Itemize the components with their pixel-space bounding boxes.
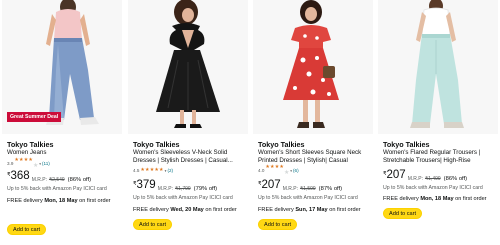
brand-name: Tokyo Talkies (7, 140, 54, 149)
price: 368 (10, 170, 30, 182)
mrp-price: ₹1,599 (299, 186, 316, 192)
price: 207 (261, 179, 281, 191)
delivery-info: FREE delivery Sun, 17 May on first order (258, 207, 361, 213)
discount-percent: (86% off) (67, 176, 92, 183)
discount-percent: (79% off) (193, 185, 218, 192)
product-grid: Great Summer Deal Tokyo Talkies Women Je… (0, 0, 500, 245)
delivery-date: Wed, 20 May (170, 207, 204, 213)
delivery-suffix: on first order (329, 207, 361, 213)
add-to-cart-button[interactable]: Add to cart (133, 219, 173, 230)
cashback-offer: Up to 5% back with Amazon Pay ICICI card (383, 185, 483, 191)
add-to-cart-button[interactable]: Add to cart (7, 224, 47, 235)
mrp-price: ₹1,499 (424, 176, 441, 182)
review-count[interactable]: (2) (167, 168, 173, 173)
product-title[interactable]: Women Jeans (7, 149, 122, 157)
product-image[interactable] (253, 0, 373, 134)
delivery-prefix: FREE delivery (383, 196, 419, 202)
add-to-cart-button[interactable]: Add to cart (383, 208, 423, 219)
product-card[interactable]: Tokyo Talkies Women's Short Sleeves Squa… (253, 0, 373, 245)
price-row: ₹ 207 M.R.P: ₹1,599 (87% off) (258, 179, 343, 192)
discount-percent: (87% off) (318, 185, 343, 192)
cashback-offer: Up to 5% back with Amazon Pay ICICI card (7, 186, 107, 192)
add-to-cart-button[interactable]: Add to cart (258, 219, 298, 230)
chevron-down-icon[interactable]: ▾ (39, 162, 41, 166)
product-title-line-2[interactable]: Stretchable Trousers| High-Rise (383, 157, 498, 165)
product-card[interactable]: Tokyo Talkies Women's Sleeveless V-Neck … (128, 0, 248, 245)
price-row: ₹ 379 M.R.P: ₹1,799 (79% off) (133, 179, 218, 192)
rating-row[interactable]: 3.9 ★ ★ ★ ★ ★ ▾ (11) (7, 157, 50, 170)
mrp-price: ₹2,549 (48, 177, 65, 183)
deal-badge: Great Summer Deal (7, 112, 62, 122)
delivery-prefix: FREE delivery (133, 207, 169, 213)
product-card[interactable]: Tokyo Talkies Women's Flared Regular Tro… (378, 0, 498, 245)
star-icon: ★ (159, 167, 164, 173)
red-floral-dress-model-image (253, 0, 373, 134)
brand-name: Tokyo Talkies (383, 140, 430, 149)
brand-name: Tokyo Talkies (258, 140, 305, 149)
product-image[interactable] (128, 0, 248, 134)
delivery-suffix: on first order (205, 207, 237, 213)
star-rating-icon: ★ ★ ★ ★ ★ (265, 164, 289, 177)
rating-value: 3.9 (7, 161, 14, 166)
product-image[interactable]: Great Summer Deal (2, 0, 122, 134)
brand-name: Tokyo Talkies (133, 140, 180, 149)
product-image[interactable] (378, 0, 498, 134)
delivery-date: Mon, 18 May (44, 198, 78, 204)
black-dress-model-image (128, 0, 248, 134)
delivery-info: FREE delivery Mon, 18 May on first order (383, 196, 487, 202)
star-rating-icon: ★ ★ ★ ★ ★ (14, 157, 38, 170)
price: 379 (136, 179, 156, 191)
mrp-label: M.R.P: (282, 186, 298, 192)
chevron-down-icon[interactable]: ▾ (290, 169, 292, 173)
star-icon: ★ (284, 169, 290, 176)
delivery-date: Mon, 18 May (420, 196, 454, 202)
rating-value: 4.5 (133, 168, 140, 173)
delivery-prefix: FREE delivery (258, 207, 294, 213)
delivery-suffix: on first order (79, 198, 111, 204)
rating-value: 4.0 (258, 168, 265, 173)
review-count[interactable]: (11) (42, 161, 50, 166)
star-rating-icon: ★ ★ ★ ★ ★ (140, 167, 163, 174)
product-title-line-2[interactable]: Dresses | Stylish Dresses | Casual... (133, 157, 248, 165)
price-row: ₹ 207 M.R.P: ₹1,499 (86% off) (383, 169, 468, 182)
rating-row[interactable]: 4.0 ★ ★ ★ ★ ★ ▾ (6) (258, 164, 299, 177)
rating-row[interactable]: 4.5 ★ ★ ★ ★ ★ ▾ (2) (133, 167, 173, 174)
discount-percent: (86% off) (443, 175, 468, 182)
mrp-label: M.R.P: (157, 186, 173, 192)
delivery-info: FREE delivery Wed, 20 May on first order (133, 207, 237, 213)
mrp-label: M.R.P: (407, 176, 423, 182)
review-count[interactable]: (6) (293, 168, 299, 173)
delivery-prefix: FREE delivery (7, 198, 43, 204)
product-card[interactable]: Great Summer Deal Tokyo Talkies Women Je… (2, 0, 122, 245)
mrp-price: ₹1,799 (174, 186, 191, 192)
price: 207 (386, 169, 406, 181)
trousers-model-image (378, 0, 498, 134)
delivery-date: Sun, 17 May (295, 207, 328, 213)
cashback-offer: Up to 5% back with Amazon Pay ICICI card (258, 195, 358, 201)
cashback-offer: Up to 5% back with Amazon Pay ICICI card (133, 195, 233, 201)
delivery-suffix: on first order (455, 196, 487, 202)
mrp-label: M.R.P: (31, 177, 47, 183)
price-row: ₹ 368 M.R.P: ₹2,549 (86% off) (7, 170, 92, 183)
delivery-info: FREE delivery Mon, 18 May on first order (7, 198, 111, 204)
chevron-down-icon[interactable]: ▾ (165, 169, 167, 173)
star-icon: ★ (33, 162, 39, 169)
